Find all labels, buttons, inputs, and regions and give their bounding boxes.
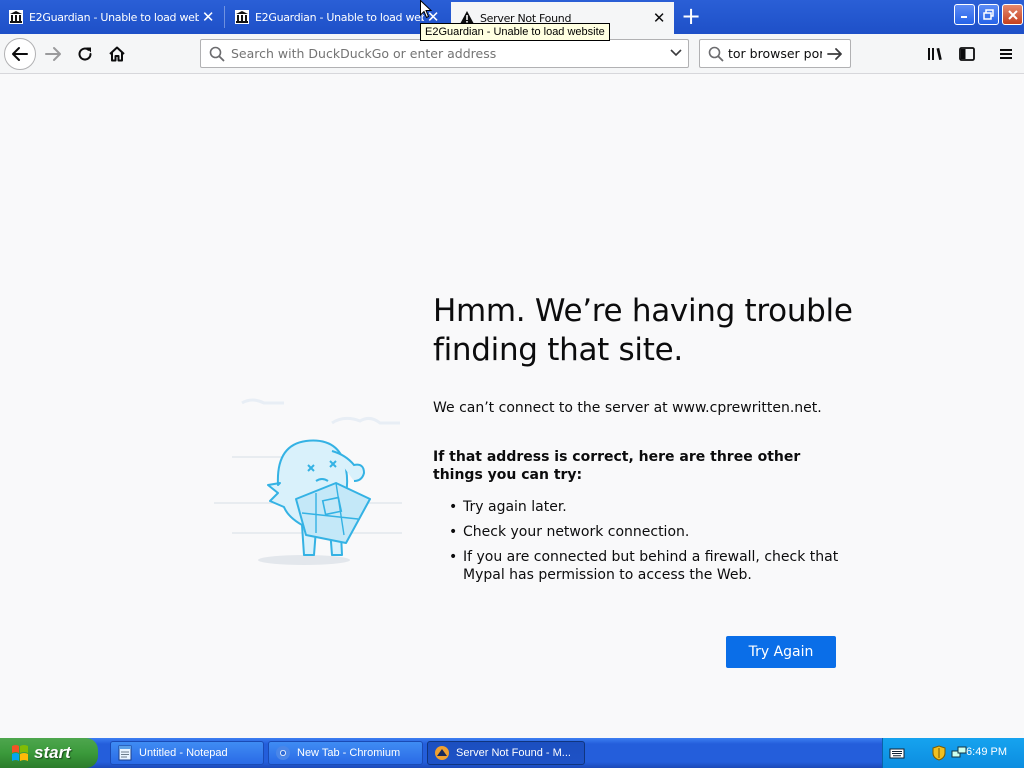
- tab-tooltip: E2Guardian - Unable to load website: [420, 23, 610, 41]
- taskbar-item-label: New Tab - Chromium: [297, 747, 401, 759]
- address-input[interactable]: [231, 46, 664, 61]
- security-shield-icon[interactable]: [931, 745, 947, 761]
- url-bar[interactable]: [200, 39, 689, 68]
- lost-dinosaur-illustration: [214, 398, 402, 565]
- sidebar-icon: [959, 47, 975, 61]
- restore-window-icon[interactable]: [978, 4, 999, 25]
- suggestion-item: If you are connected but behind a firewa…: [449, 548, 839, 584]
- taskbar-item-mypal[interactable]: Server Not Found - M...: [427, 741, 585, 765]
- arrow-right-icon[interactable]: [826, 45, 844, 63]
- library-button[interactable]: [920, 39, 950, 69]
- system-tray: 6:49 PM: [882, 738, 1024, 768]
- notepad-icon: [118, 745, 132, 761]
- chromium-icon: [276, 746, 290, 760]
- error-title: Hmm. We’re having trouble finding that s…: [433, 293, 853, 368]
- suggestions-list: Try again later. Check your network conn…: [449, 498, 839, 591]
- start-label: start: [34, 743, 71, 762]
- start-button[interactable]: start: [0, 738, 98, 768]
- windows-logo-icon: [12, 745, 28, 761]
- taskbar-item-label: Server Not Found - M...: [456, 747, 571, 759]
- tab-label: E2Guardian - Unable to load website: [29, 10, 199, 24]
- tab-e2guardian-2[interactable]: E2Guardian - Unable to load website ✕: [226, 3, 448, 31]
- error-description: We can’t connect to the server at www.cp…: [433, 400, 822, 416]
- page-content: Hmm. We’re having trouble finding that s…: [0, 75, 1024, 738]
- keyboard-icon[interactable]: [889, 745, 905, 761]
- hamburger-menu-button[interactable]: [991, 39, 1021, 69]
- search-icon: [708, 46, 724, 62]
- tab-separator: [224, 6, 225, 28]
- close-tab-icon[interactable]: ✕: [650, 9, 668, 27]
- tab-label: E2Guardian - Unable to load website: [255, 10, 424, 24]
- museum-icon: [235, 10, 249, 24]
- close-window-icon[interactable]: [1002, 4, 1023, 25]
- forward-button[interactable]: [38, 39, 68, 69]
- mouse-cursor-icon: [420, 0, 432, 19]
- clock: 6:49 PM: [966, 746, 1007, 758]
- tab-e2guardian-1[interactable]: E2Guardian - Unable to load website ✕: [0, 3, 223, 31]
- taskbar-item-notepad[interactable]: Untitled - Notepad: [110, 741, 264, 765]
- home-button[interactable]: [102, 39, 132, 69]
- new-tab-plus-icon[interactable]: +: [679, 4, 703, 29]
- minimize-window-icon[interactable]: [954, 4, 975, 25]
- windows-taskbar: start Untitled - Notepad New Tab - Chrom…: [0, 738, 1024, 768]
- taskbar-item-chromium[interactable]: New Tab - Chromium: [268, 741, 423, 765]
- search-bar[interactable]: [699, 39, 851, 68]
- search-icon: [209, 46, 225, 62]
- back-button[interactable]: [4, 38, 36, 70]
- chevron-down-icon[interactable]: [664, 44, 688, 63]
- back-arrow-icon: [12, 47, 28, 61]
- library-icon: [928, 48, 942, 60]
- network-icon[interactable]: [951, 745, 967, 761]
- try-again-button[interactable]: Try Again: [726, 636, 836, 668]
- reload-button[interactable]: [70, 39, 100, 69]
- suggestion-item: Check your network connection.: [449, 523, 839, 541]
- suggestions-heading: If that address is correct, here are thr…: [433, 449, 801, 483]
- close-tab-icon[interactable]: ✕: [199, 8, 217, 26]
- museum-icon: [9, 10, 23, 24]
- forward-arrow-icon: [45, 47, 61, 61]
- search-input[interactable]: [728, 46, 822, 61]
- hamburger-menu-icon: [1000, 49, 1012, 59]
- home-icon: [109, 46, 125, 62]
- sidebar-button[interactable]: [952, 39, 982, 69]
- reload-icon: [78, 47, 92, 61]
- suggestion-item: Try again later.: [449, 498, 839, 516]
- taskbar-item-label: Untitled - Notepad: [139, 747, 228, 759]
- mypal-icon: [435, 746, 449, 760]
